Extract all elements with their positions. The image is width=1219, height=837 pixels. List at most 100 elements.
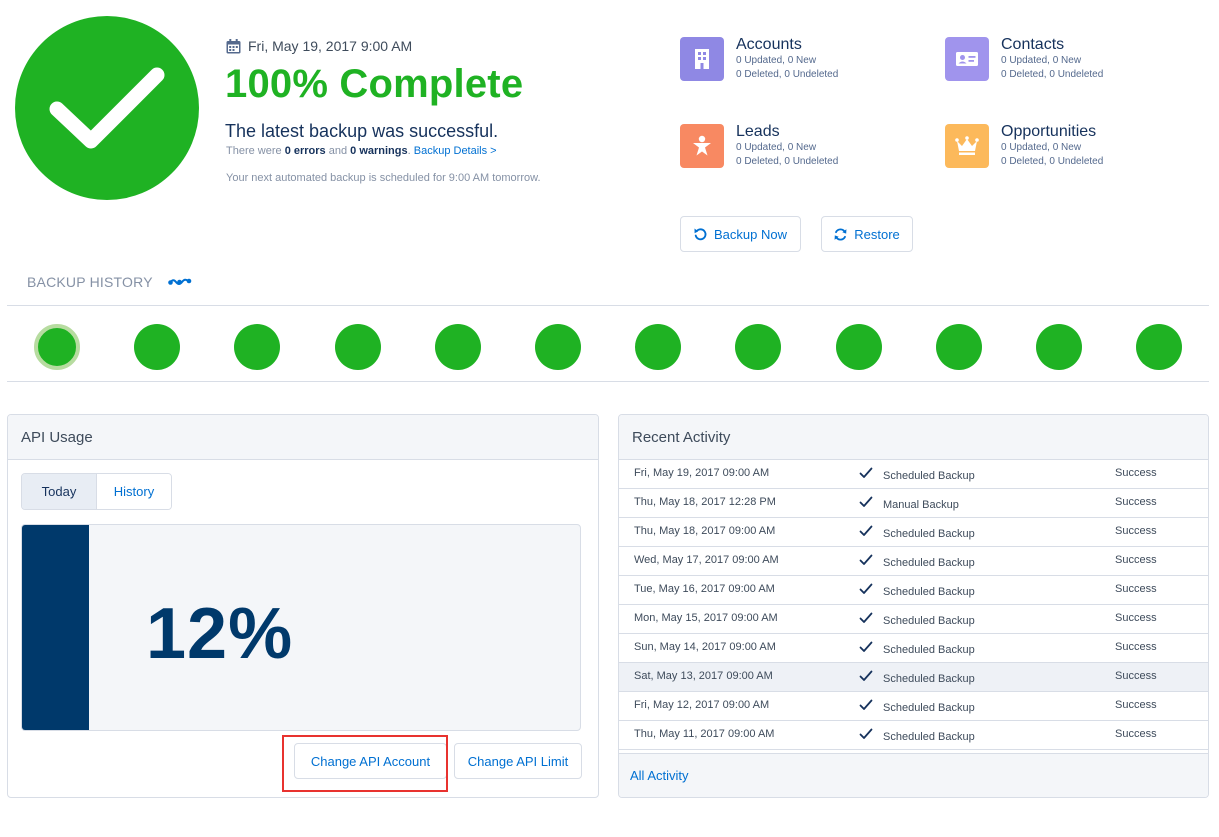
activity-date: Fri, May 12, 2017 09:00 AM: [634, 699, 770, 711]
crown-icon: [945, 124, 989, 168]
activity-type: Scheduled Backup: [883, 528, 975, 540]
errors-count: 0 errors: [284, 145, 326, 157]
check-icon: [859, 670, 873, 685]
all-activity-link[interactable]: All Activity: [630, 768, 689, 783]
object-name: Opportunities: [1001, 123, 1097, 140]
activity-status: Success: [1115, 467, 1157, 479]
activity-type: Scheduled Backup: [883, 557, 975, 569]
backup-result-message: The latest backup was successful.: [225, 121, 499, 141]
check-icon: [859, 728, 873, 743]
recent-activity-title: Recent Activity: [619, 415, 1208, 460]
backup-now-label: Backup Now: [714, 226, 787, 242]
activity-row[interactable]: Sat, May 13, 2017 09:00 AM Scheduled Back…: [619, 663, 1208, 692]
check-icon: [859, 467, 873, 482]
activity-status: Success: [1115, 525, 1157, 537]
activity-date: Sat, May 13, 2017 09:00 AM: [634, 670, 773, 682]
backup-history-dot[interactable]: [635, 324, 682, 370]
activity-status: Success: [1115, 728, 1157, 740]
backup-history-dot[interactable]: [835, 324, 882, 370]
api-usage-title: API Usage: [8, 415, 598, 460]
completion-title: 100% Complete: [225, 62, 524, 106]
api-usage-percent: 12%: [146, 594, 294, 674]
activity-row[interactable]: Sun, May 14, 2017 09:00 AM Scheduled Back…: [619, 634, 1208, 663]
lead-person-icon: [680, 124, 724, 168]
restore-label: Restore: [854, 226, 900, 242]
tab-history[interactable]: History: [97, 474, 171, 509]
activity-type: Scheduled Backup: [883, 644, 975, 656]
building-icon: [680, 37, 724, 81]
api-usage-meter: 12%: [21, 524, 581, 731]
restore-button[interactable]: Restore: [821, 216, 913, 252]
all-activity-footer: All Activity: [619, 753, 1208, 797]
check-icon: [859, 554, 873, 569]
activity-date: Wed, May 17, 2017 09:00 AM: [634, 554, 779, 566]
object-stat-line1: 0 Updated, 0 New: [736, 142, 817, 153]
check-icon: [859, 525, 873, 540]
backup-history-dot[interactable]: [1136, 324, 1183, 370]
backup-details-link[interactable]: Backup Details >: [414, 145, 497, 157]
backup-history-dot[interactable]: [935, 324, 982, 370]
activity-row[interactable]: Wed, May 17, 2017 09:00 AM Scheduled Back…: [619, 547, 1208, 576]
backup-history-dot[interactable]: [535, 324, 581, 370]
activity-date: Thu, May 11, 2017 09:00 AM: [634, 728, 775, 740]
object-stat-line2: 0 Deleted, 0 Undeleted: [1001, 156, 1104, 167]
activity-row[interactable]: Fri, May 12, 2017 09:00 AM Scheduled Back…: [619, 692, 1208, 721]
object-opportunities: Opportunities 0 Updated, 0 New 0 Deleted…: [945, 123, 1104, 169]
backup-history-dot[interactable]: [434, 324, 481, 370]
success-check-icon: [15, 16, 199, 200]
api-usage-tabs: Today History: [21, 473, 172, 510]
history-divider-top: [7, 305, 1209, 306]
activity-status: Success: [1115, 554, 1157, 566]
backup-now-button[interactable]: Backup Now: [680, 216, 801, 252]
activity-row[interactable]: Thu, May 11, 2017 09:00 AM Scheduled Back…: [619, 721, 1208, 750]
activity-status: Success: [1115, 699, 1157, 711]
activity-row[interactable]: Thu, May 18, 2017 09:00 AM Scheduled Back…: [619, 518, 1208, 547]
activity-date: Mon, May 15, 2017 09:00 AM: [634, 612, 778, 624]
activity-type: Scheduled Backup: [883, 731, 975, 743]
check-icon: [859, 612, 873, 627]
api-usage-fill: [22, 525, 89, 730]
highlight-box: [282, 735, 448, 792]
activity-row[interactable]: Thu, May 18, 2017 12:28 PM Manual Backup S…: [619, 489, 1208, 518]
activity-row[interactable]: Tue, May 16, 2017 09:00 AM Scheduled Back…: [619, 576, 1208, 605]
check-icon: [859, 699, 873, 714]
change-api-limit-button[interactable]: Change API Limit: [454, 743, 582, 779]
activity-row[interactable]: Fri, May 19, 2017 09:00 AM Scheduled Back…: [619, 460, 1208, 489]
activity-type: Scheduled Backup: [883, 702, 975, 714]
activity-type: Manual Backup: [883, 499, 959, 511]
object-stat-line2: 0 Deleted, 0 Undeleted: [736, 69, 839, 80]
object-accounts: Accounts 0 Updated, 0 New 0 Deleted, 0 U…: [680, 36, 839, 82]
check-icon: [859, 496, 873, 511]
object-leads: Leads 0 Updated, 0 New 0 Deleted, 0 Unde…: [680, 123, 839, 169]
calendar-icon: [226, 38, 241, 54]
activity-status: Success: [1115, 583, 1157, 595]
backup-history-dot[interactable]: [735, 324, 782, 370]
activity-status: Success: [1115, 612, 1157, 624]
backup-date-text: Fri, May 19, 2017 9:00 AM: [248, 38, 413, 54]
backup-history-dot[interactable]: [34, 324, 80, 370]
backup-history-dot[interactable]: [334, 324, 381, 370]
backup-history-dot[interactable]: [1036, 324, 1082, 370]
backup-history-heading: BACKUP HISTORY: [27, 274, 192, 290]
backup-history-dot[interactable]: [234, 324, 281, 370]
check-icon: [859, 583, 873, 598]
activity-type: Scheduled Backup: [883, 615, 975, 627]
tab-today[interactable]: Today: [22, 474, 97, 509]
activity-row[interactable]: Mon, May 15, 2017 09:00 AM Scheduled Back…: [619, 605, 1208, 634]
activity-date: Tue, May 16, 2017 09:00 AM: [634, 583, 775, 595]
activity-status: Success: [1115, 641, 1157, 653]
backup-history-label: BACKUP HISTORY: [27, 274, 153, 290]
object-stat-line1: 0 Updated, 0 New: [1001, 55, 1082, 66]
backup-history-dot[interactable]: [134, 324, 181, 370]
activity-type: Scheduled Backup: [883, 586, 975, 598]
contact-card-icon: [945, 37, 989, 81]
recent-activity-card: Recent Activity Fri, May 19, 2017 09:00 …: [618, 414, 1209, 798]
object-stat-line2: 0 Deleted, 0 Undeleted: [736, 156, 839, 167]
check-icon: [859, 641, 873, 656]
object-contacts: Contacts 0 Updated, 0 New 0 Deleted, 0 U…: [945, 36, 1103, 82]
timeline-icon[interactable]: [167, 277, 192, 287]
backup-date: Fri, May 19, 2017 9:00 AM: [226, 38, 412, 54]
activity-date: Thu, May 18, 2017 09:00 AM: [634, 525, 776, 537]
object-name: Leads: [736, 123, 780, 140]
object-name: Accounts: [736, 36, 802, 53]
